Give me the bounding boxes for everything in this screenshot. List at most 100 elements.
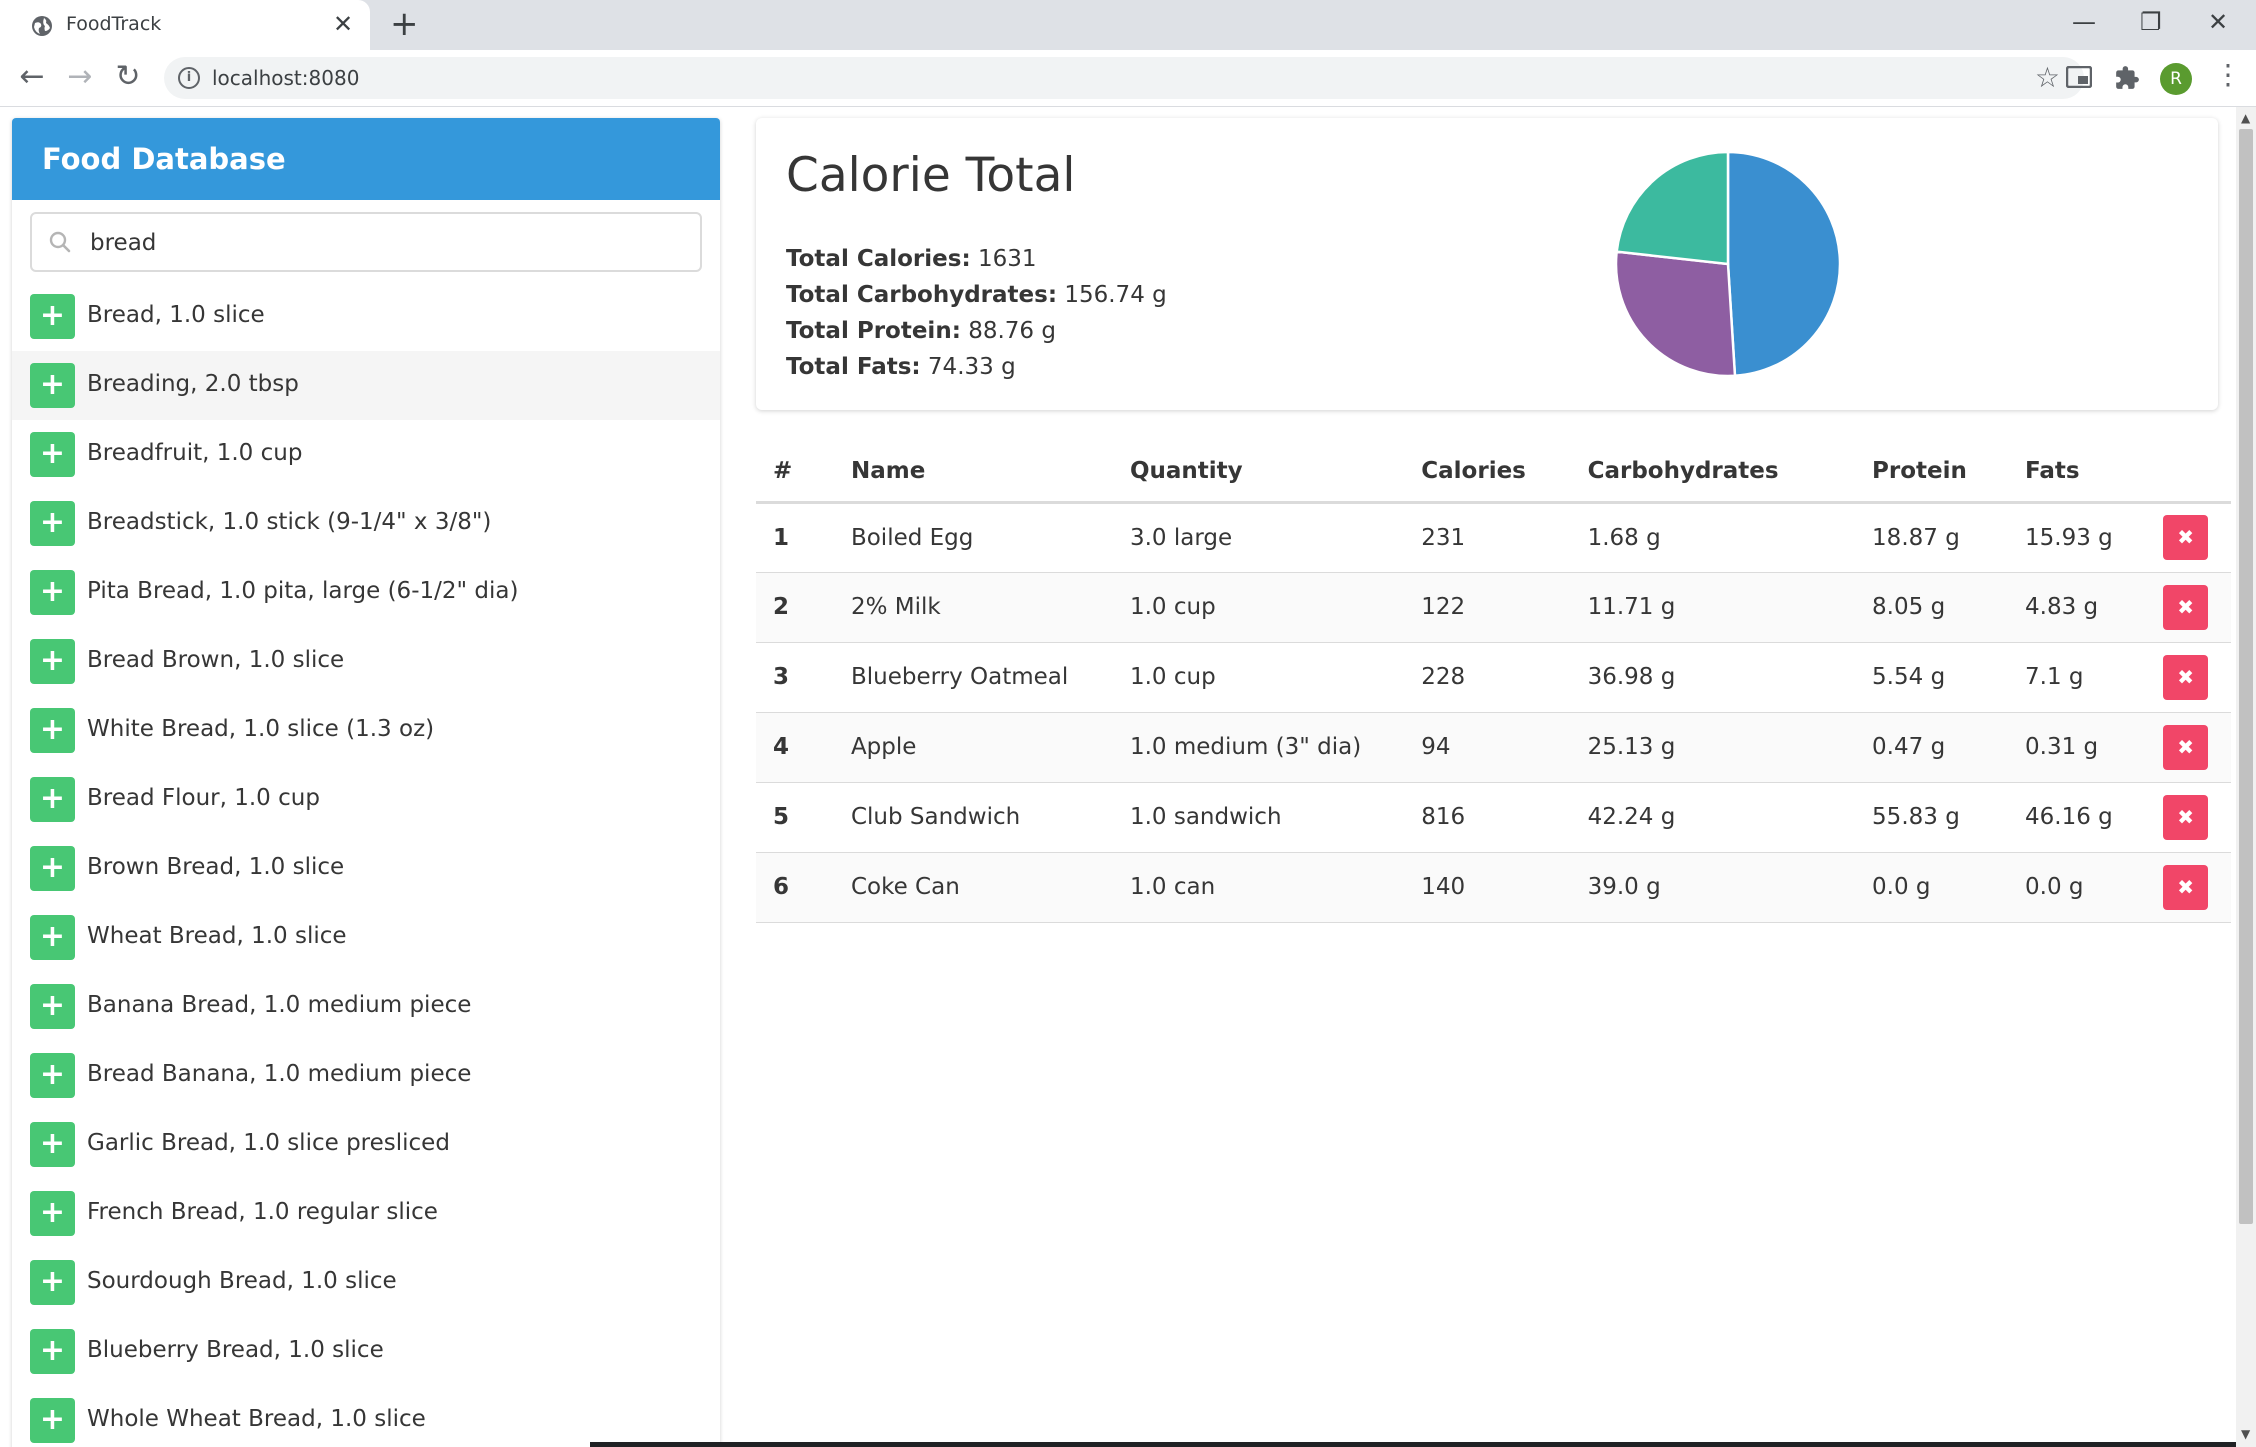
food-list-item[interactable]: + Breadfruit, 1.0 cup xyxy=(12,420,720,489)
food-item-label: White Bread, 1.0 slice (1.3 oz) xyxy=(87,716,435,742)
food-list-item[interactable]: + Bread Brown, 1.0 slice xyxy=(12,627,720,696)
address-bar[interactable]: i localhost:8080 ☆ xyxy=(164,57,2084,99)
macro-pie-chart[interactable] xyxy=(1612,148,1844,380)
quantity-cell: 1.0 sandwich xyxy=(1112,782,1405,853)
food-item-label: Garlic Bread, 1.0 slice presliced xyxy=(87,1130,450,1156)
add-food-button[interactable]: + xyxy=(30,1053,75,1098)
calories-cell: 231 xyxy=(1404,502,1571,573)
back-arrow-icon[interactable]: ← xyxy=(14,60,50,96)
food-item-label: Pita Bread, 1.0 pita, large (6-1/2" dia) xyxy=(87,578,519,604)
add-food-button[interactable]: + xyxy=(30,846,75,891)
pie-slice-carbohydrates[interactable] xyxy=(1726,150,1842,378)
calories-cell: 94 xyxy=(1404,712,1571,783)
add-food-button[interactable]: + xyxy=(30,432,75,477)
extensions-puzzle-icon[interactable] xyxy=(2114,65,2140,91)
food-list-item[interactable]: + Bread Banana, 1.0 medium piece xyxy=(12,1041,720,1110)
food-list-item[interactable]: + Pita Bread, 1.0 pita, large (6-1/2" dia… xyxy=(12,558,720,627)
col-number-header: # xyxy=(756,442,834,504)
restore-icon[interactable]: ❐ xyxy=(2140,8,2162,36)
col-quantity-header: Quantity xyxy=(1112,442,1405,504)
table-header-row: # Name Quantity Calories Carbohydrates Protei… xyxy=(756,442,2231,504)
browser-tab[interactable]: FoodTrack ✕ xyxy=(0,0,370,50)
profile-avatar[interactable]: R xyxy=(2160,63,2192,95)
food-list-item[interactable]: + Banana Bread, 1.0 medium piece xyxy=(12,972,720,1041)
quantity-cell: 1.0 medium (3" dia) xyxy=(1112,712,1405,783)
search-box[interactable] xyxy=(30,212,702,272)
url-text[interactable]: localhost:8080 xyxy=(212,66,359,90)
add-food-button[interactable]: + xyxy=(30,294,75,339)
food-list-item[interactable]: + Brown Bread, 1.0 slice xyxy=(12,834,720,903)
page-scrollbar[interactable]: ▲ ▼ xyxy=(2236,107,2256,1447)
delete-entry-button[interactable]: ✖ xyxy=(2163,794,2209,840)
row-number-cell: 4 xyxy=(756,712,834,783)
page-content: Food Database + Bread, 1.0 slice + Breading… xyxy=(0,107,2236,1447)
food-name-cell: Coke Can xyxy=(833,852,1113,923)
food-list-item[interactable]: + Sourdough Bread, 1.0 slice xyxy=(12,1248,720,1317)
window-close-icon[interactable]: ✕ xyxy=(2208,8,2228,36)
add-food-button[interactable]: + xyxy=(30,639,75,684)
delete-entry-button[interactable]: ✖ xyxy=(2163,584,2209,630)
pie-slice-protein[interactable] xyxy=(1614,250,1737,378)
total-protein-stat: Total Protein: 88.76 g xyxy=(786,318,1056,344)
bookmark-star-icon[interactable]: ☆ xyxy=(2035,61,2060,94)
food-list-item[interactable]: + Bread, 1.0 slice xyxy=(12,282,720,351)
tab-close-icon[interactable]: ✕ xyxy=(333,10,353,38)
add-food-button[interactable]: + xyxy=(30,1260,75,1305)
food-list-item[interactable]: + Whole Wheat Bread, 1.0 slice xyxy=(12,1386,720,1447)
scroll-down-arrow-icon[interactable]: ▼ xyxy=(2241,1427,2250,1441)
add-food-button[interactable]: + xyxy=(30,1398,75,1443)
search-input[interactable] xyxy=(90,226,690,260)
delete-entry-button[interactable]: ✖ xyxy=(2163,654,2209,700)
add-food-button[interactable]: + xyxy=(30,1329,75,1374)
protein-cell: 0.47 g xyxy=(1855,712,2009,783)
add-food-button[interactable]: + xyxy=(30,501,75,546)
globe-icon xyxy=(32,16,52,36)
food-item-label: Wheat Bread, 1.0 slice xyxy=(87,923,347,949)
row-number-cell: 3 xyxy=(756,642,834,713)
food-list-item[interactable]: + Wheat Bread, 1.0 slice xyxy=(12,903,720,972)
add-food-button[interactable]: + xyxy=(30,1122,75,1167)
add-food-button[interactable]: + xyxy=(30,1191,75,1236)
add-food-button[interactable]: + xyxy=(30,570,75,615)
table-row: 2 2% Milk 1.0 cup 122 11.71 g 8.05 g 4.83 g ✖ xyxy=(756,572,2231,643)
row-number-cell: 2 xyxy=(756,572,834,643)
pie-slice-fats[interactable] xyxy=(1615,150,1730,266)
carbohydrates-cell: 42.24 g xyxy=(1570,782,1856,853)
total-fats-label: Total Fats: xyxy=(786,354,921,380)
scrollbar-thumb[interactable] xyxy=(2239,129,2253,1224)
new-tab-button[interactable]: + xyxy=(390,7,419,41)
protein-cell: 5.54 g xyxy=(1855,642,2009,713)
fats-cell: 7.1 g xyxy=(2008,642,2147,713)
add-food-button[interactable]: + xyxy=(30,984,75,1029)
food-item-label: Brown Bread, 1.0 slice xyxy=(87,854,345,880)
calories-cell: 140 xyxy=(1404,852,1571,923)
add-food-button[interactable]: + xyxy=(30,915,75,960)
food-list-item[interactable]: + Bread Flour, 1.0 cup xyxy=(12,765,720,834)
food-item-label: Breading, 2.0 tbsp xyxy=(87,371,299,397)
delete-entry-button[interactable]: ✖ xyxy=(2163,515,2209,560)
reload-icon[interactable]: ↻ xyxy=(110,60,146,96)
food-item-label: Whole Wheat Bread, 1.0 slice xyxy=(87,1406,426,1432)
info-icon[interactable]: i xyxy=(178,67,200,89)
add-food-button[interactable]: + xyxy=(30,708,75,753)
delete-entry-button[interactable]: ✖ xyxy=(2163,724,2209,770)
food-item-label: Sourdough Bread, 1.0 slice xyxy=(87,1268,397,1294)
minimize-icon[interactable]: — xyxy=(2072,8,2096,36)
food-list-item[interactable]: + Garlic Bread, 1.0 slice presliced xyxy=(12,1110,720,1179)
browser-menu-icon[interactable]: ⋮ xyxy=(2214,60,2242,90)
food-list-item[interactable]: + White Bread, 1.0 slice (1.3 oz) xyxy=(12,696,720,765)
food-list-item[interactable]: + French Bread, 1.0 regular slice xyxy=(12,1179,720,1248)
picture-in-picture-icon[interactable] xyxy=(2066,66,2092,88)
add-food-button[interactable]: + xyxy=(30,363,75,408)
food-item-label: Blueberry Bread, 1.0 slice xyxy=(87,1337,384,1363)
food-list-item[interactable]: + Breading, 2.0 tbsp xyxy=(12,351,720,420)
total-carbs-value: 156.74 g xyxy=(1064,282,1167,308)
delete-entry-button[interactable]: ✖ xyxy=(2163,864,2209,910)
total-calories-stat: Total Calories: 1631 xyxy=(786,246,1037,272)
add-food-button[interactable]: + xyxy=(30,777,75,822)
forward-arrow-icon[interactable]: → xyxy=(62,60,98,96)
food-list-item[interactable]: + Breadstick, 1.0 stick (9-1/4" x 3/8") xyxy=(12,489,720,558)
table-body: 1 Boiled Egg 3.0 large 231 1.68 g 18.87 g 15.9… xyxy=(756,502,2231,923)
scroll-up-arrow-icon[interactable]: ▲ xyxy=(2241,111,2250,125)
food-list-item[interactable]: + Blueberry Bread, 1.0 slice xyxy=(12,1317,720,1386)
